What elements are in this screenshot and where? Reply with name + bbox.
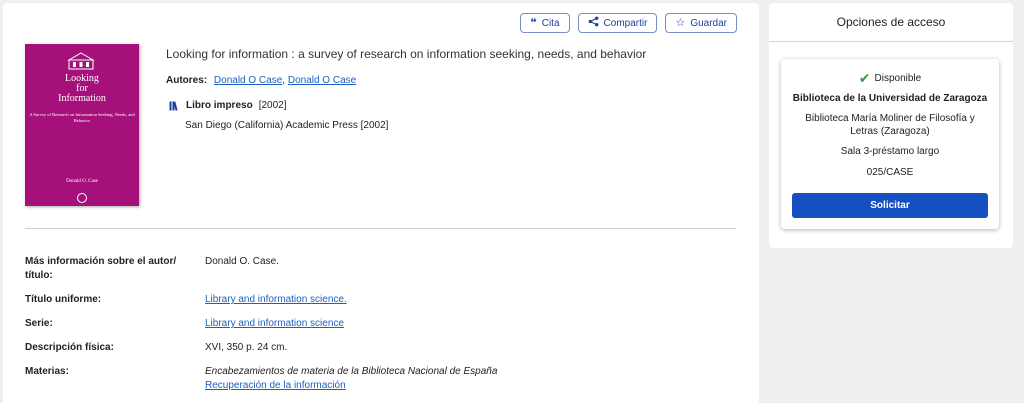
share-label: Compartir xyxy=(603,17,648,29)
shelf-location: Sala 3-préstamo largo xyxy=(840,146,940,157)
record-title: Looking for information : a survey of re… xyxy=(166,47,647,61)
check-icon: ✔ xyxy=(858,70,871,86)
publisher-mark-icon xyxy=(77,193,87,203)
uniform-title-link[interactable]: Library and information science. xyxy=(205,293,347,307)
library-branch: Biblioteca María Moliner de Filosofía y … xyxy=(805,113,975,137)
format-label: Libro impreso xyxy=(186,100,253,111)
publisher-logo-icon xyxy=(67,52,95,70)
format-line: Libro impreso [2002] xyxy=(169,100,287,111)
record-card: ❝ Cita Compartir ☆ Guardar Looking for I… xyxy=(3,3,759,403)
detail-row: Título uniforme: Library and information… xyxy=(25,293,736,307)
cover-title: Looking for Information xyxy=(58,73,106,104)
detail-key: Materias: xyxy=(25,366,69,377)
detail-value: Donald O. Case. xyxy=(205,256,279,267)
section-divider xyxy=(25,228,736,229)
library-name: Biblioteca de la Universidad de Zaragoza xyxy=(792,93,988,104)
save-button[interactable]: ☆ Guardar xyxy=(665,13,737,33)
cover-subtitle: A Survey of Research on Information Seek… xyxy=(29,112,135,123)
request-button[interactable]: Solicitar xyxy=(792,193,988,218)
share-button[interactable]: Compartir xyxy=(577,13,658,33)
publisher-info: San Diego (California) Academic Press [2… xyxy=(185,120,389,131)
details-table: Más información sobre el autor/ título: … xyxy=(25,255,736,403)
quote-icon: ❝ xyxy=(530,16,537,29)
share-icon xyxy=(588,16,599,30)
access-options-panel: Opciones de acceso ✔ Disponible Bibliote… xyxy=(769,3,1013,248)
detail-key: Descripción física: xyxy=(25,342,114,353)
detail-row: Materias: Encabezamientos de materia de … xyxy=(25,365,736,393)
author-link[interactable]: Donald O Case xyxy=(288,75,356,86)
format-year: [2002] xyxy=(258,100,287,111)
access-options-title: Opciones de acceso xyxy=(769,3,1013,42)
subject-heading-source: Encabezamientos de materia de la Bibliot… xyxy=(205,366,498,377)
cite-label: Cita xyxy=(541,17,560,29)
detail-key: Más información sobre el autor/ título: xyxy=(25,256,177,281)
author-link[interactable]: Donald O Case xyxy=(214,75,282,86)
save-label: Guardar xyxy=(690,17,727,29)
detail-key: Título uniforme: xyxy=(25,294,102,305)
books-icon xyxy=(169,101,178,111)
subject-link[interactable]: Recuperación de la información xyxy=(205,380,346,391)
call-number: 025/CASE xyxy=(866,167,914,178)
cite-button[interactable]: ❝ Cita xyxy=(520,13,570,33)
subjects-value: Encabezamientos de materia de la Bibliot… xyxy=(205,365,497,393)
authors-line: Autores: Donald O Case, Donald O Case xyxy=(166,75,357,86)
star-icon: ☆ xyxy=(675,16,686,29)
book-cover[interactable]: Looking for Information A Survey of Rese… xyxy=(25,44,139,206)
detail-row: Más información sobre el autor/ título: … xyxy=(25,255,736,283)
detail-row: Descripción física: XVI, 350 p. 24 cm. xyxy=(25,341,736,355)
detail-key: Serie: xyxy=(25,318,53,329)
holding-card: ✔ Disponible Biblioteca de la Universida… xyxy=(781,59,999,229)
cover-author: Donald O. Case xyxy=(66,179,98,184)
authors-label: Autores: xyxy=(166,75,208,86)
detail-value: XVI, 350 p. 24 cm. xyxy=(205,342,288,353)
series-link[interactable]: Library and information science xyxy=(205,317,344,331)
availability-label: Disponible xyxy=(874,72,922,84)
availability-status: ✔ Disponible xyxy=(781,71,999,85)
detail-row: Serie: Library and information science xyxy=(25,317,736,331)
record-actions: ❝ Cita Compartir ☆ Guardar xyxy=(520,13,737,33)
